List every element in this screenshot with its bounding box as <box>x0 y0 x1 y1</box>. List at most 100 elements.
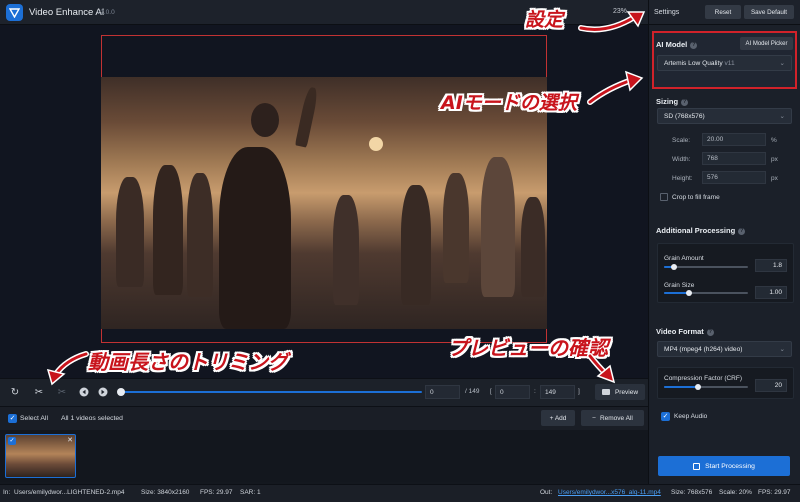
in-size: Size: 3840x2160 <box>141 489 190 496</box>
width-field[interactable]: 768 <box>702 152 766 165</box>
annotation-arrow-settings <box>578 11 646 33</box>
split-icon[interactable]: ✂ <box>56 386 68 398</box>
annotation-arrow-ai-model <box>587 70 644 105</box>
preview-label: Preview <box>614 388 639 396</box>
close-icon[interactable]: ✕ <box>67 436 73 444</box>
ai-model-title-label: AI Model <box>656 40 688 49</box>
processing-title-label: Additional Processing <box>656 226 736 235</box>
range-bracket-open: [ <box>490 388 492 395</box>
out-path-link[interactable]: Users/emilydwor...x576_alq-11.mp4 <box>558 489 661 496</box>
trim-start-field[interactable]: 0 <box>495 385 530 399</box>
annotation-settings: 設定 <box>525 9 564 31</box>
video-format-title-label: Video Format <box>656 327 704 336</box>
thumbnail-strip <box>0 430 648 482</box>
trim-end-field[interactable]: 149 <box>540 385 575 399</box>
out-label: Out: <box>540 489 553 496</box>
crop-label: Crop to fill frame <box>672 194 720 201</box>
save-default-button[interactable]: Save Default <box>744 5 794 19</box>
range-bracket-close: ] <box>578 388 580 395</box>
annotation-arrow-preview <box>587 353 616 384</box>
start-processing-label: Start Processing <box>705 462 755 470</box>
ai-model-dropdown[interactable]: Artemis Low Quality v11 ⌄ <box>657 55 792 71</box>
ai-model-title: AI Model? <box>656 40 698 49</box>
width-unit: px <box>771 156 778 163</box>
film-icon <box>693 462 701 470</box>
compression-handle[interactable] <box>695 384 701 390</box>
annotation-trimming: 動画長さのトリミング <box>88 350 288 374</box>
current-frame-field[interactable]: 0 <box>425 385 460 399</box>
scale-unit: % <box>771 137 777 144</box>
help-icon[interactable]: ? <box>706 329 714 336</box>
total-frames: / 149 <box>465 388 480 395</box>
select-all-label: Select All <box>20 415 48 422</box>
app-logo-icon <box>6 4 23 21</box>
help-icon[interactable]: ? <box>738 228 746 235</box>
out-scale: Scale: 20% <box>719 489 752 496</box>
previous-frame-icon[interactable] <box>78 386 90 398</box>
grain-amount-field[interactable]: 1.8 <box>755 259 787 272</box>
camera-icon <box>601 389 610 395</box>
height-unit: px <box>771 175 778 182</box>
compression-fill <box>664 386 698 388</box>
chevron-down-icon: ⌄ <box>779 346 785 353</box>
width-label: Width: <box>672 156 691 163</box>
settings-title: Settings <box>654 9 680 16</box>
select-all-checkbox[interactable]: ✓ <box>8 414 17 423</box>
add-button[interactable]: + Add <box>541 410 575 426</box>
grain-size-field[interactable]: 1.00 <box>755 286 787 299</box>
next-frame-icon[interactable] <box>97 386 109 398</box>
ai-model-selected: Artemis Low Quality v11 <box>664 60 735 67</box>
timeline-scrubber[interactable] <box>121 391 422 393</box>
app-title: Video Enhance AI <box>29 7 105 18</box>
video-thumbnail[interactable]: ✓ ✕ <box>5 434 76 478</box>
in-label: In: <box>3 489 11 496</box>
scale-field[interactable]: 20.00 <box>702 133 766 146</box>
scale-label: Scale: <box>672 137 691 144</box>
scissors-icon[interactable]: ✂ <box>33 386 45 398</box>
sizing-title: Sizing? <box>656 97 689 106</box>
remove-all-button[interactable]: − Remove All <box>581 410 644 426</box>
start-processing-button[interactable]: Start Processing <box>658 456 790 476</box>
sizing-title-label: Sizing <box>656 97 679 106</box>
out-fps: FPS: 29.97 <box>758 489 791 496</box>
in-sar: SAR: 1 <box>240 489 261 496</box>
ai-model-version: v11 <box>724 59 735 67</box>
ai-model-picker-button[interactable]: AI Model Picker <box>740 37 793 50</box>
keep-audio-checkbox[interactable]: ✓ <box>661 412 670 421</box>
sizing-preset-value: SD (768x576) <box>664 112 705 120</box>
video-format-value: MP4 (mpeg4 (h264) video) <box>664 345 743 353</box>
scrubber-handle[interactable] <box>117 388 125 396</box>
annotation-ai-model: AIモードの選択 <box>441 92 577 114</box>
compression-field[interactable]: 20 <box>755 379 787 392</box>
in-fps: FPS: 29.97 <box>200 489 233 496</box>
height-field[interactable]: 576 <box>702 171 766 184</box>
grain-amount-label: Grain Amount <box>664 255 704 262</box>
keep-audio-label: Keep Audio <box>674 413 708 420</box>
chevron-down-icon: ⌄ <box>779 60 785 67</box>
ai-model-name: Artemis Low Quality <box>664 59 723 67</box>
sizing-preset-dropdown[interactable]: SD (768x576) ⌄ <box>657 108 792 124</box>
reset-button[interactable]: Reset <box>705 5 741 19</box>
minus-icon: − <box>592 414 596 422</box>
chevron-down-icon: ⌄ <box>779 113 785 120</box>
out-size: Size: 768x576 <box>671 489 713 496</box>
annotation-arrow-trimming <box>46 351 89 386</box>
grain-size-handle[interactable] <box>686 290 692 296</box>
preview-button[interactable]: Preview <box>595 384 645 400</box>
video-format-dropdown[interactable]: MP4 (mpeg4 (h264) video) ⌄ <box>657 341 792 357</box>
help-icon[interactable]: ? <box>690 42 698 49</box>
grain-amount-handle[interactable] <box>671 264 677 270</box>
app-version: v2.0.0 <box>97 9 115 16</box>
crop-checkbox[interactable] <box>660 193 668 201</box>
range-separator: : <box>534 388 536 395</box>
thumbnail-checkbox[interactable]: ✓ <box>8 437 16 445</box>
in-path: Users/emilydwor...LIGHTENED-2.mp4 <box>14 489 125 496</box>
help-icon[interactable]: ? <box>681 99 689 106</box>
additional-processing-title: Additional Processing? <box>656 226 746 235</box>
reset-icon[interactable]: ↻ <box>9 386 21 398</box>
grain-size-label: Grain Size <box>664 282 695 289</box>
height-label: Height: <box>672 175 693 182</box>
video-format-title: Video Format? <box>656 327 714 336</box>
compression-label: Compression Factor (CRF) <box>664 375 743 382</box>
selected-count: All 1 videos selected <box>61 415 123 422</box>
